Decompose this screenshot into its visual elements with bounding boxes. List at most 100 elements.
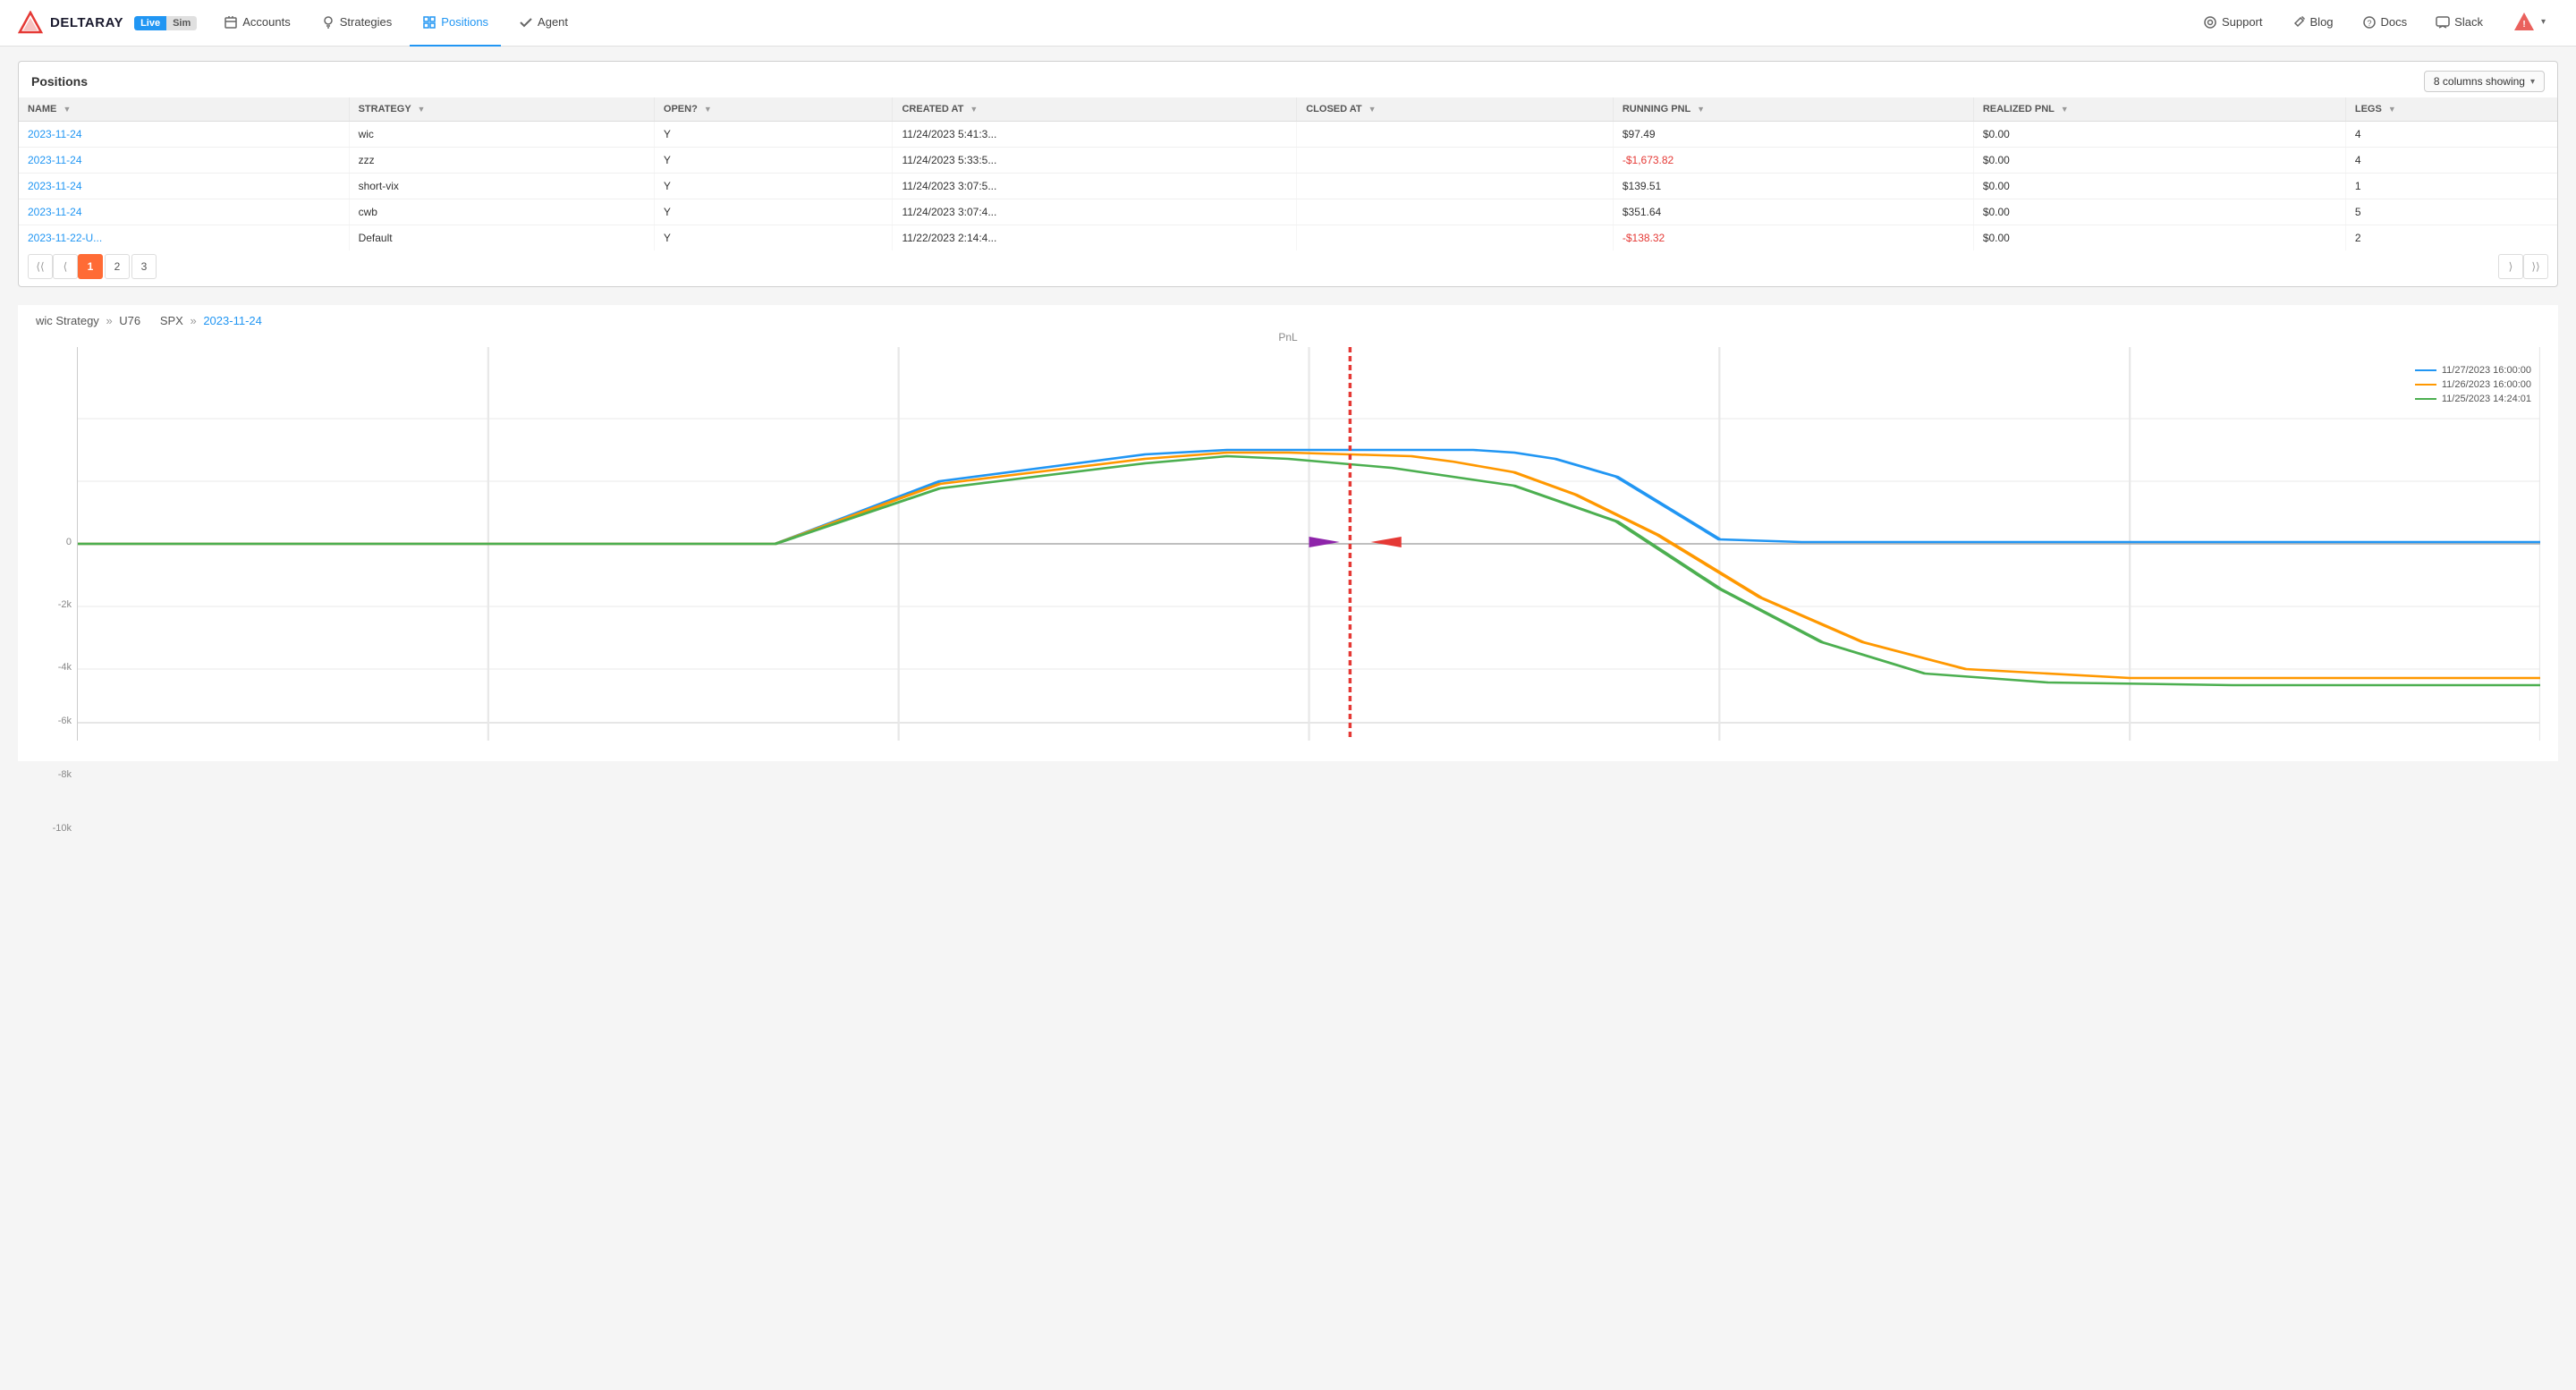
positions-data-table: NAME ▼ STRATEGY ▼ OPEN? ▼ CREATED AT ▼ C… <box>19 97 2557 250</box>
position-realized-pnl: $0.00 <box>1973 148 2345 174</box>
open-filter-icon[interactable]: ▼ <box>704 105 712 114</box>
position-name-link[interactable]: 2023-11-24 <box>28 128 82 140</box>
position-name-link[interactable]: 2023-11-24 <box>28 180 82 192</box>
created-filter-icon[interactable]: ▼ <box>970 105 978 114</box>
page-button-1[interactable]: 1 <box>78 254 103 279</box>
logo-icon <box>18 11 43 36</box>
nav-support[interactable]: Support <box>2190 0 2275 47</box>
live-badge[interactable]: Live <box>134 16 166 30</box>
name-filter-icon[interactable]: ▼ <box>63 105 71 114</box>
col-running-pnl: RUNNING PNL ▼ <box>1613 97 1973 122</box>
position-closed-at <box>1297 174 1614 199</box>
nav-strategies[interactable]: Strategies <box>309 0 405 47</box>
breadcrumb-id: U76 <box>119 314 140 327</box>
legend-label: 11/25/2023 14:24:01 <box>2442 394 2531 404</box>
columns-select-dropdown[interactable]: 8 columns showing ▾ <box>2424 71 2545 92</box>
table-row[interactable]: 2023-11-24 zzz Y 11/24/2023 5:33:5... -$… <box>19 148 2557 174</box>
position-name-link[interactable]: 2023-11-24 <box>28 154 82 166</box>
nav-accounts[interactable]: Accounts <box>211 0 302 47</box>
table-title: Positions <box>31 74 88 89</box>
nav-slack[interactable]: Slack <box>2423 0 2496 47</box>
nav-slack-label: Slack <box>2454 15 2483 29</box>
table-row[interactable]: 2023-11-24 short-vix Y 11/24/2023 3:07:5… <box>19 174 2557 199</box>
nav-docs-label: Docs <box>2381 15 2408 29</box>
next-page-button[interactable]: ⟩ <box>2498 254 2523 279</box>
position-legs: 1 <box>2345 174 2557 199</box>
position-legs: 2 <box>2345 225 2557 251</box>
position-running-pnl: -$138.32 <box>1613 225 1973 251</box>
crosshair-arrows <box>1309 537 1402 547</box>
chevron-down-icon: ▾ <box>2530 77 2535 87</box>
col-closed-at: CLOSED AT ▼ <box>1297 97 1614 122</box>
chart-breadcrumb: wic Strategy » U76 SPX » 2023-11-24 <box>18 305 2558 331</box>
col-created-at: CREATED AT ▼ <box>893 97 1297 122</box>
position-closed-at <box>1297 199 1614 225</box>
position-created-at: 11/24/2023 5:41:3... <box>893 122 1297 148</box>
life-ring-icon <box>2203 15 2217 30</box>
y-axis-label: 0 <box>66 537 77 547</box>
breadcrumb-symbol: SPX <box>160 314 183 327</box>
position-name-link[interactable]: 2023-11-22-U... <box>28 232 102 244</box>
app-name: DELTARAY <box>50 15 123 30</box>
chart-container: PnL 0-2k-4k-6k-8k-10k <box>18 331 2558 761</box>
breadcrumb-arrow2: » <box>190 314 196 327</box>
last-page-button[interactable]: ⟩⟩ <box>2523 254 2548 279</box>
chart-with-axes: 0-2k-4k-6k-8k-10k <box>36 347 2540 743</box>
table-row[interactable]: 2023-11-22-U... Default Y 11/22/2023 2:1… <box>19 225 2557 251</box>
building-icon <box>224 15 238 30</box>
page-button-3[interactable]: 3 <box>131 254 157 279</box>
table-header: NAME ▼ STRATEGY ▼ OPEN? ▼ CREATED AT ▼ C… <box>19 97 2557 122</box>
y-axis-label: -8k <box>58 769 77 780</box>
navbar: DELTARAY Live Sim Accounts Strategies Po… <box>0 0 2576 47</box>
legend-item: 11/25/2023 14:24:01 <box>2415 394 2531 404</box>
nav-docs[interactable]: ? Docs <box>2350 0 2420 47</box>
position-closed-at <box>1297 122 1614 148</box>
position-closed-at <box>1297 225 1614 251</box>
user-avatar-area[interactable]: ! ▾ <box>2499 0 2558 47</box>
chart-section: wic Strategy » U76 SPX » 2023-11-24 PnL … <box>18 305 2558 761</box>
breadcrumb-strategy: wic Strategy <box>36 314 99 327</box>
position-strategy: short-vix <box>349 174 654 199</box>
closed-filter-icon[interactable]: ▼ <box>1368 105 1377 114</box>
logo-area: DELTARAY Live Sim <box>18 11 197 36</box>
nav-accounts-label: Accounts <box>242 15 290 29</box>
running-pnl-filter-icon[interactable]: ▼ <box>1697 105 1705 114</box>
realized-pnl-filter-icon[interactable]: ▼ <box>2061 105 2069 114</box>
position-name-link[interactable]: 2023-11-24 <box>28 206 82 218</box>
y-axis-label: -6k <box>58 716 77 726</box>
table-row[interactable]: 2023-11-24 cwb Y 11/24/2023 3:07:4... $3… <box>19 199 2557 225</box>
nav-positions[interactable]: Positions <box>410 0 501 47</box>
y-axis: 0-2k-4k-6k-8k-10k <box>36 347 77 741</box>
strategy-filter-icon[interactable]: ▼ <box>418 105 426 114</box>
first-page-button[interactable]: ⟨⟨ <box>28 254 53 279</box>
nav-right: Support Blog ? Docs Slack ! ▾ <box>2190 0 2558 47</box>
col-realized-pnl: REALIZED PNL ▼ <box>1973 97 2345 122</box>
question-icon: ? <box>2362 15 2377 30</box>
y-axis-label: -10k <box>53 823 77 834</box>
page-button-2[interactable]: 2 <box>105 254 130 279</box>
main-content: Positions 8 columns showing ▾ NAME ▼ STR… <box>0 47 2576 776</box>
pnl-chart: 0 <box>77 347 2540 741</box>
nav-support-label: Support <box>2222 15 2263 29</box>
check-icon <box>519 15 533 30</box>
prev-page-button[interactable]: ⟨ <box>53 254 78 279</box>
mode-badge-group[interactable]: Live Sim <box>134 16 197 30</box>
legend-item: 11/27/2023 16:00:00 <box>2415 365 2531 376</box>
nav-blog-label: Blog <box>2310 15 2334 29</box>
position-open: Y <box>654 122 893 148</box>
positions-table-card: Positions 8 columns showing ▾ NAME ▼ STR… <box>18 61 2558 287</box>
position-running-pnl: $97.49 <box>1613 122 1973 148</box>
position-open: Y <box>654 174 893 199</box>
nav-strategies-label: Strategies <box>340 15 393 29</box>
pagination-container: ⟨⟨ ⟨ 123 ⟩ ⟩⟩ <box>19 250 2557 286</box>
legs-filter-icon[interactable]: ▼ <box>2388 105 2396 114</box>
pagination-center: 123 <box>78 254 157 279</box>
nav-blog[interactable]: Blog <box>2279 0 2346 47</box>
breadcrumb-date-link[interactable]: 2023-11-24 <box>203 314 262 327</box>
table-row[interactable]: 2023-11-24 wic Y 11/24/2023 5:41:3... $9… <box>19 122 2557 148</box>
y-axis-label: -2k <box>58 599 77 610</box>
col-open: OPEN? ▼ <box>654 97 893 122</box>
position-running-pnl: -$1,673.82 <box>1613 148 1973 174</box>
sim-badge[interactable]: Sim <box>166 16 197 30</box>
nav-agent[interactable]: Agent <box>506 0 580 47</box>
